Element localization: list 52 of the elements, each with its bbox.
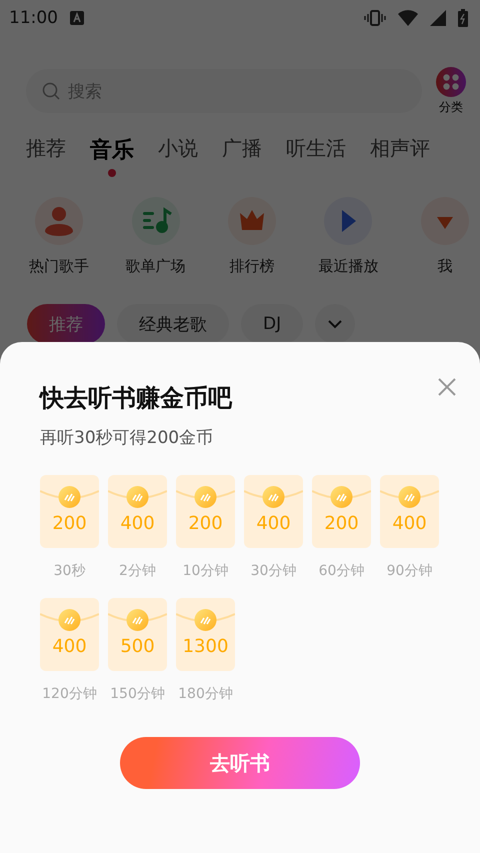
duration-label: 30秒 bbox=[54, 562, 86, 580]
tab[interactable]: 广播 bbox=[222, 135, 262, 177]
tab[interactable]: 听生活 bbox=[286, 135, 346, 177]
shortcut-label[interactable]: 我 bbox=[437, 257, 452, 276]
duration-label: 150分钟 bbox=[110, 685, 165, 703]
coin-amount: 200 bbox=[52, 513, 87, 534]
wifi-icon bbox=[398, 10, 418, 26]
duration-label: 30分钟 bbox=[250, 562, 296, 580]
duration-label: 2分钟 bbox=[119, 562, 156, 580]
filter-chip[interactable]: 经典老歌 bbox=[117, 304, 229, 344]
recent-icon bbox=[324, 197, 372, 245]
expand-button[interactable] bbox=[315, 304, 356, 344]
shortcut-label[interactable]: 排行榜 bbox=[230, 257, 275, 276]
sheet-subtitle: 再听30秒可得200金币 bbox=[40, 427, 214, 449]
filter-chip[interactable]: DJ bbox=[241, 304, 304, 344]
shortcut-label[interactable]: 最近播放 bbox=[318, 257, 378, 276]
duration-label: 180分钟 bbox=[178, 685, 233, 703]
category-icon[interactable] bbox=[436, 66, 466, 96]
duration-label: 10分钟 bbox=[182, 562, 228, 580]
shortcut-label[interactable]: 歌单广场 bbox=[126, 257, 186, 276]
coin-amount: 400 bbox=[120, 513, 155, 534]
sheet-title: 快去听书赚金币吧 bbox=[40, 383, 232, 414]
coin-amount: 400 bbox=[256, 513, 291, 534]
listen-button[interactable]: 去听书 bbox=[120, 737, 360, 789]
shortcut-label[interactable]: 热门歌手 bbox=[29, 257, 90, 276]
tab[interactable]: 音乐 bbox=[90, 135, 134, 177]
chevron-icon bbox=[328, 320, 342, 328]
close-icon bbox=[438, 378, 456, 396]
coin-amount: 200 bbox=[324, 513, 359, 534]
close-button[interactable] bbox=[438, 378, 456, 396]
coin-amount: 400 bbox=[52, 636, 87, 657]
coin-amount: 1300 bbox=[182, 636, 228, 657]
search-icon bbox=[42, 82, 60, 100]
filter-chip[interactable]: 推荐 bbox=[27, 304, 105, 344]
status-time: 11:00 bbox=[9, 8, 58, 28]
coin-amount: 400 bbox=[392, 513, 427, 534]
coin-amount: 200 bbox=[188, 513, 223, 534]
coin-amount: 500 bbox=[120, 636, 155, 657]
duration-label: 120分钟 bbox=[42, 685, 97, 703]
battery-icon bbox=[458, 9, 468, 27]
singer-icon bbox=[35, 197, 84, 245]
category-label: 分类 bbox=[439, 98, 463, 116]
tab[interactable]: 小说 bbox=[158, 135, 198, 177]
playlist-icon bbox=[132, 197, 180, 245]
signal-icon bbox=[430, 10, 446, 26]
duration-label: 60分钟 bbox=[318, 562, 364, 580]
chart-icon bbox=[228, 197, 276, 245]
tab[interactable]: 推荐 bbox=[26, 135, 66, 177]
tab[interactable]: 相声评 bbox=[370, 135, 430, 177]
vibrate-icon bbox=[364, 10, 386, 26]
keyboard-icon bbox=[70, 11, 84, 25]
duration-label: 90分钟 bbox=[386, 562, 432, 580]
